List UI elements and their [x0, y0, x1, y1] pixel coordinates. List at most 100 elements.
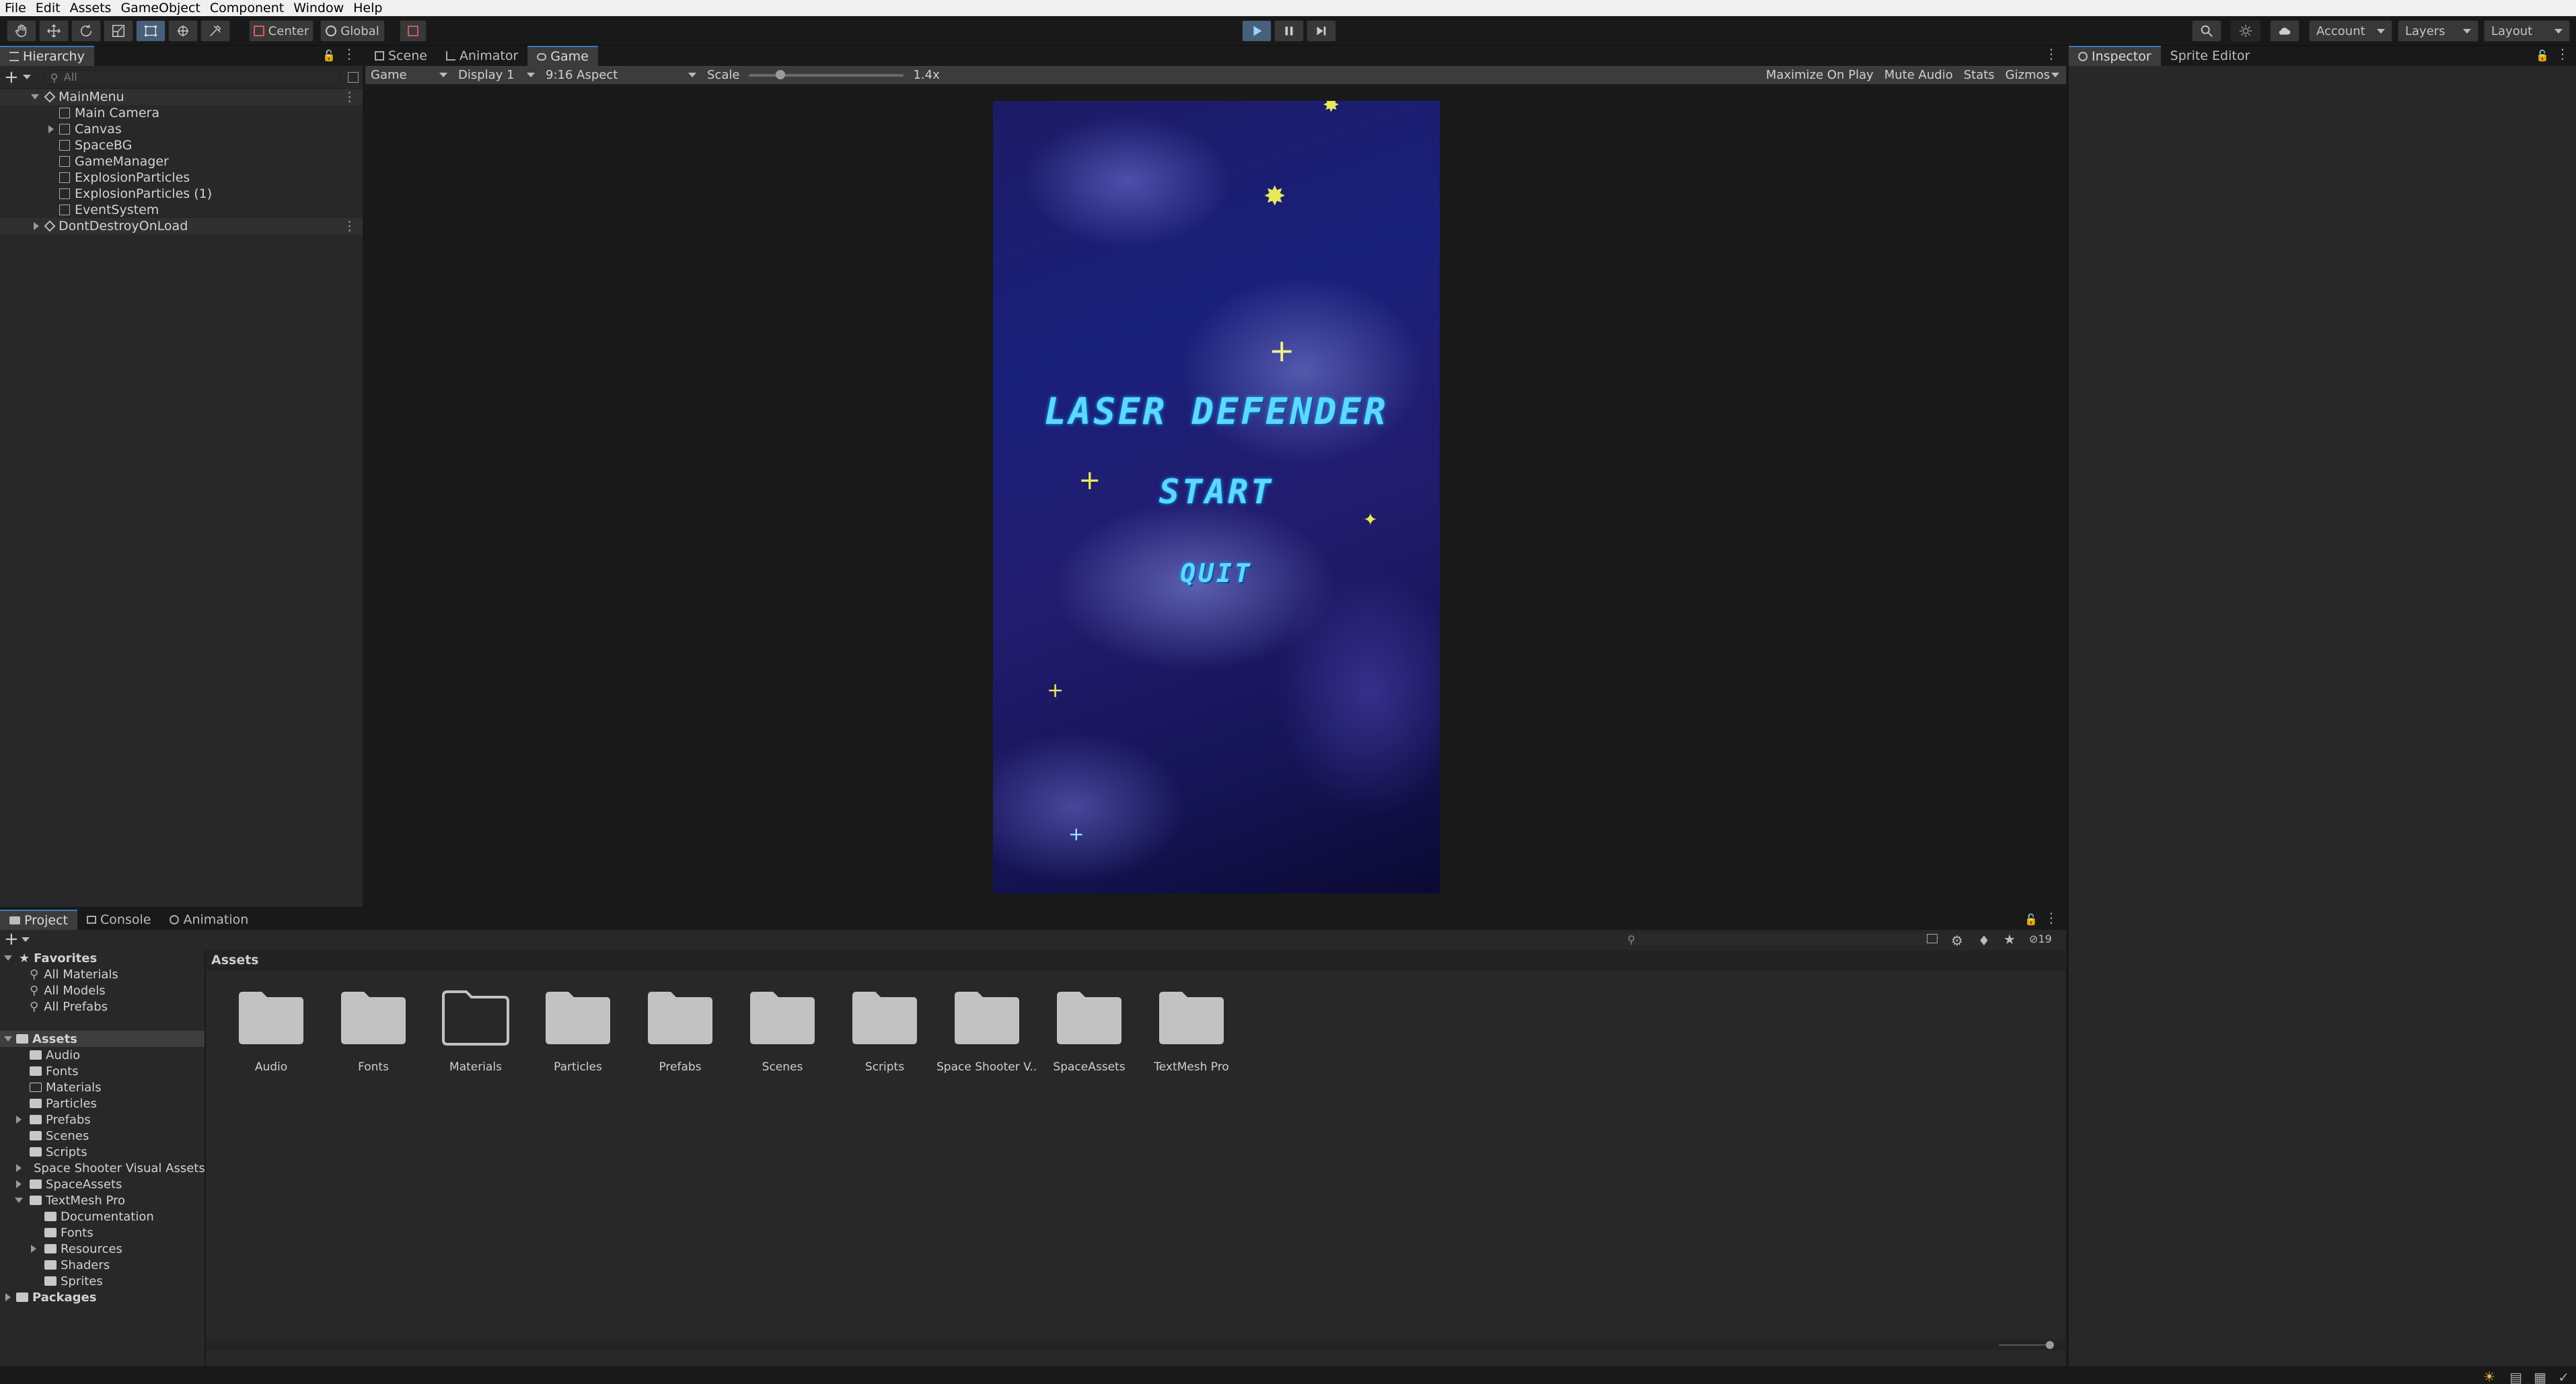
- panel-menu-icon[interactable]: ⋮: [2556, 46, 2569, 62]
- game-mode-dropdown[interactable]: Game: [365, 66, 453, 85]
- expand-arrow-icon[interactable]: [15, 1198, 23, 1203]
- space-toggle[interactable]: Global: [320, 20, 385, 42]
- asset-folder-tile[interactable]: Scripts: [834, 989, 935, 1074]
- panel-menu-icon[interactable]: ⋮: [2045, 46, 2058, 62]
- cloud-button[interactable]: [2270, 20, 2299, 42]
- asset-folder-tile[interactable]: Scenes: [732, 989, 833, 1074]
- tree-folder[interactable]: Space Shooter Visual Assets: [0, 1160, 205, 1176]
- tree-folder[interactable]: Fonts: [0, 1225, 205, 1241]
- hand-tool-button[interactable]: [7, 20, 36, 42]
- scale-tool-button[interactable]: [104, 20, 133, 42]
- scene-menu-icon[interactable]: ⋮: [343, 219, 356, 233]
- pivot-toggle[interactable]: Center: [249, 20, 314, 42]
- hierarchy-search[interactable]: ⚲ All: [44, 69, 340, 85]
- asset-folder-tile[interactable]: Fonts: [323, 989, 424, 1074]
- search-button[interactable]: [2192, 20, 2221, 42]
- menu-component[interactable]: Component: [205, 1, 289, 15]
- asset-folder-tile[interactable]: Space Shooter V...: [936, 989, 1037, 1074]
- panel-menu-icon[interactable]: ⋮: [2045, 910, 2058, 926]
- assets-root-row[interactable]: Assets: [0, 1031, 205, 1047]
- lock-icon[interactable]: 🔓: [2024, 913, 2038, 926]
- tree-folder[interactable]: Particles: [0, 1095, 205, 1112]
- hierarchy-item[interactable]: Canvas: [0, 121, 363, 137]
- scene-menu-icon[interactable]: ⋮: [343, 89, 356, 104]
- scale-slider[interactable]: [749, 69, 904, 79]
- tab-hierarchy[interactable]: Hierarchy: [0, 46, 94, 66]
- tag-icon[interactable]: ♦: [1978, 933, 1990, 949]
- expand-arrow-icon[interactable]: [5, 1293, 11, 1301]
- mute-audio-toggle[interactable]: Mute Audio: [1879, 66, 1958, 85]
- tree-folder[interactable]: Scenes: [0, 1128, 205, 1144]
- hierarchy-item[interactable]: ExplosionParticles (1): [0, 186, 363, 202]
- game-screen[interactable]: ✸ ✸ + + ✦ + + Laser Defender START QUIT: [993, 101, 1440, 894]
- tree-folder[interactable]: Prefabs: [0, 1112, 205, 1128]
- scale-slider-thumb[interactable]: [776, 69, 786, 79]
- add-asset-button[interactable]: +: [4, 931, 19, 948]
- tab-scene[interactable]: Scene: [365, 46, 437, 66]
- tree-folder[interactable]: Documentation: [0, 1208, 205, 1225]
- layers-dropdown[interactable]: Layers: [2398, 20, 2478, 42]
- expand-arrow-icon[interactable]: [16, 1164, 22, 1172]
- asset-folder-tile[interactable]: TextMesh Pro: [1141, 989, 1242, 1074]
- lock-icon[interactable]: 🔓: [2536, 49, 2549, 62]
- tree-folder[interactable]: Audio: [0, 1047, 205, 1063]
- tab-animation[interactable]: Animation: [160, 910, 258, 930]
- step-button[interactable]: [1307, 20, 1336, 42]
- play-button[interactable]: [1242, 20, 1272, 42]
- chevron-down-icon[interactable]: [22, 75, 31, 79]
- game-view[interactable]: ✸ ✸ + + ✦ + + Laser Defender START QUIT: [365, 85, 2066, 907]
- favorites-row[interactable]: ★ Favorites: [0, 950, 205, 966]
- transform-tool-button[interactable]: [168, 20, 198, 42]
- move-tool-button[interactable]: [39, 20, 69, 42]
- scene-row-mainmenu[interactable]: MainMenu ⋮: [0, 89, 363, 105]
- asset-folder-tile[interactable]: Audio: [221, 989, 322, 1074]
- menu-gameobject[interactable]: GameObject: [116, 1, 205, 15]
- menu-help[interactable]: Help: [348, 1, 387, 15]
- expand-arrow-icon[interactable]: [31, 94, 39, 100]
- scene-row-dontdestroyonload[interactable]: DontDestroyOnLoad ⋮: [0, 218, 363, 234]
- icon-size-slider-thumb[interactable]: [2046, 1341, 2054, 1349]
- hierarchy-item[interactable]: EventSystem: [0, 202, 363, 218]
- favorite-item[interactable]: ⚲ All Materials: [0, 966, 205, 982]
- expand-arrow-icon[interactable]: [16, 1116, 22, 1124]
- packages-row[interactable]: Packages: [0, 1289, 205, 1305]
- tab-project[interactable]: Project: [0, 910, 78, 930]
- aspect-dropdown[interactable]: 9:16 Aspect: [540, 66, 702, 85]
- tab-sprite-editor[interactable]: Sprite Editor: [2161, 46, 2260, 66]
- menu-assets[interactable]: Assets: [65, 1, 116, 15]
- rect-tool-button[interactable]: [136, 20, 165, 42]
- lighting-button[interactable]: [2231, 20, 2260, 42]
- asset-folder-tile[interactable]: SpaceAssets: [1039, 989, 1140, 1074]
- rotate-tool-button[interactable]: [71, 20, 101, 42]
- quit-button[interactable]: QUIT: [993, 558, 1440, 588]
- icon-size-slider[interactable]: [1999, 1341, 2054, 1349]
- asset-folder-tile[interactable]: Particles: [527, 989, 628, 1074]
- stats-toggle[interactable]: Stats: [1958, 66, 2000, 85]
- menu-window[interactable]: Window: [289, 1, 348, 15]
- tree-folder[interactable]: SpaceAssets: [0, 1176, 205, 1192]
- lock-icon[interactable]: 🔓: [322, 49, 336, 62]
- maximize-on-play-toggle[interactable]: Maximize On Play: [1761, 66, 1879, 85]
- debug-status-icon[interactable]: ▦: [2534, 1369, 2546, 1384]
- account-dropdown[interactable]: Account: [2309, 20, 2392, 42]
- sync-status-icon[interactable]: ✓: [2558, 1369, 2569, 1384]
- scene-visibility-icon[interactable]: [348, 71, 359, 83]
- search-by-type-icon[interactable]: [1927, 934, 1938, 943]
- favorite-star-icon[interactable]: ★: [2003, 931, 2016, 947]
- snap-button[interactable]: [400, 20, 427, 42]
- hierarchy-item[interactable]: SpaceBG: [0, 137, 363, 153]
- breadcrumb-assets[interactable]: Assets: [211, 953, 259, 968]
- tree-folder[interactable]: Sprites: [0, 1273, 205, 1289]
- hierarchy-item[interactable]: ExplosionParticles: [0, 170, 363, 186]
- project-search[interactable]: ⚲: [1621, 932, 1931, 947]
- tree-folder[interactable]: Fonts: [0, 1063, 205, 1079]
- cache-status-icon[interactable]: ▤: [2509, 1369, 2522, 1384]
- menu-file[interactable]: File: [0, 1, 31, 15]
- display-dropdown[interactable]: Display 1: [453, 66, 540, 85]
- tree-folder[interactable]: Resources: [0, 1241, 205, 1257]
- tab-animator[interactable]: Animator: [437, 46, 527, 66]
- chevron-down-icon[interactable]: [2051, 73, 2059, 77]
- expand-arrow-icon[interactable]: [16, 1180, 22, 1188]
- lighting-status-icon[interactable]: ☀: [2483, 1369, 2495, 1384]
- asset-folder-tile[interactable]: Materials: [425, 989, 526, 1074]
